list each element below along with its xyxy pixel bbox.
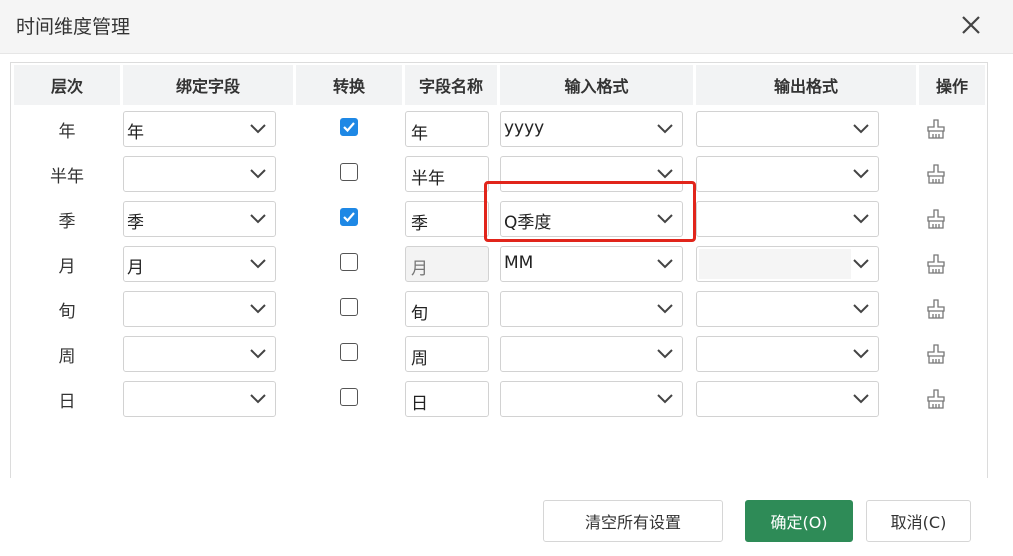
chevron-down-icon <box>657 169 673 179</box>
input-format-value: yyyy <box>504 118 545 138</box>
clear-brush-icon[interactable] <box>925 208 947 230</box>
input-format-value: MM <box>504 253 534 273</box>
output-format-select[interactable] <box>696 381 879 417</box>
clear-brush-icon[interactable] <box>925 118 947 140</box>
input-format-select[interactable] <box>500 381 683 417</box>
clear-brush-icon[interactable] <box>925 298 947 320</box>
chevron-down-icon <box>853 214 869 224</box>
bind-field-select[interactable]: 季 <box>123 201 276 237</box>
chevron-down-icon <box>250 259 266 269</box>
field-name-value: 半年 <box>411 169 445 189</box>
row-level: 周 <box>58 346 76 367</box>
chevron-down-icon <box>853 304 869 314</box>
close-icon[interactable] <box>958 12 984 38</box>
chevron-down-icon <box>853 394 869 404</box>
convert-checkbox[interactable] <box>340 208 358 226</box>
input-format-select[interactable] <box>500 291 683 327</box>
bind-field-select[interactable] <box>123 381 276 417</box>
chevron-down-icon <box>853 169 869 179</box>
bind-field-select[interactable] <box>123 156 276 192</box>
output-format-select[interactable] <box>696 336 879 372</box>
header-convert: 转换 <box>296 65 402 105</box>
dialog-titlebar: 时间维度管理 <box>0 0 1013 54</box>
chevron-down-icon <box>853 124 869 134</box>
chevron-down-icon <box>250 349 266 359</box>
row-level: 年 <box>58 121 76 142</box>
chevron-down-icon <box>250 394 266 404</box>
input-format-select[interactable] <box>500 336 683 372</box>
chevron-down-icon <box>853 349 869 359</box>
field-name-value: 日 <box>411 394 428 414</box>
row-level: 日 <box>58 391 76 412</box>
row-level: 季 <box>58 211 76 232</box>
chevron-down-icon <box>657 259 673 269</box>
chevron-down-icon <box>657 304 673 314</box>
bind-field-value: 月 <box>127 258 144 278</box>
field-name-value: 年 <box>411 124 428 144</box>
field-name-input[interactable]: 旬 <box>405 291 489 327</box>
chevron-down-icon <box>250 214 266 224</box>
bind-field-select[interactable]: 年 <box>123 111 276 147</box>
header-output-format: 输出格式 <box>696 65 916 105</box>
convert-checkbox[interactable] <box>340 253 358 271</box>
header-bind-field: 绑定字段 <box>123 65 293 105</box>
output-format-select[interactable] <box>696 201 879 237</box>
field-name-value: 季 <box>411 214 428 234</box>
header-action: 操作 <box>919 65 985 105</box>
chevron-down-icon <box>853 259 869 269</box>
dialog-title: 时间维度管理 <box>16 16 131 38</box>
input-format-select[interactable]: yyyy <box>500 111 683 147</box>
ok-button[interactable]: 确定(O) <box>745 500 853 542</box>
bind-field-value: 季 <box>127 213 144 233</box>
convert-checkbox[interactable] <box>340 343 358 361</box>
clear-brush-icon[interactable] <box>925 163 947 185</box>
field-name-value: 旬 <box>411 304 428 324</box>
output-format-select[interactable] <box>696 291 879 327</box>
chevron-down-icon <box>250 304 266 314</box>
chevron-down-icon <box>250 124 266 134</box>
row-level: 旬 <box>58 301 76 322</box>
header-field-name: 字段名称 <box>405 65 497 105</box>
output-format-select[interactable] <box>696 111 879 147</box>
chevron-down-icon <box>250 169 266 179</box>
field-name-input[interactable]: 周 <box>405 336 489 372</box>
row-level: 月 <box>58 256 76 277</box>
convert-checkbox[interactable] <box>340 388 358 406</box>
chevron-down-icon <box>657 394 673 404</box>
chevron-down-icon <box>657 124 673 134</box>
header-input-format: 输入格式 <box>500 65 693 105</box>
field-name-value: 月 <box>411 259 428 279</box>
output-format-select[interactable] <box>696 246 879 282</box>
convert-checkbox[interactable] <box>340 118 358 136</box>
field-name-value: 周 <box>411 349 428 369</box>
output-format-select[interactable] <box>696 156 879 192</box>
clear-brush-icon[interactable] <box>925 253 947 275</box>
chevron-down-icon <box>657 349 673 359</box>
highlight-box <box>484 181 696 242</box>
row-level: 半年 <box>50 166 84 187</box>
convert-checkbox[interactable] <box>340 163 358 181</box>
bind-field-select[interactable]: 月 <box>123 246 276 282</box>
bind-field-select[interactable] <box>123 291 276 327</box>
bind-field-value: 年 <box>127 123 144 143</box>
field-name-input: 月 <box>405 246 489 282</box>
field-name-input[interactable]: 季 <box>405 201 489 237</box>
field-name-input[interactable]: 半年 <box>405 156 489 192</box>
field-name-input[interactable]: 年 <box>405 111 489 147</box>
convert-checkbox[interactable] <box>340 298 358 316</box>
field-name-input[interactable]: 日 <box>405 381 489 417</box>
cancel-button[interactable]: 取消(C) <box>866 500 971 542</box>
clear-brush-icon[interactable] <box>925 343 947 365</box>
input-format-select[interactable]: MM <box>500 246 683 282</box>
clear-brush-icon[interactable] <box>925 388 947 410</box>
bind-field-select[interactable] <box>123 336 276 372</box>
clear-all-button[interactable]: 清空所有设置 <box>543 500 723 542</box>
header-level: 层次 <box>14 65 120 105</box>
